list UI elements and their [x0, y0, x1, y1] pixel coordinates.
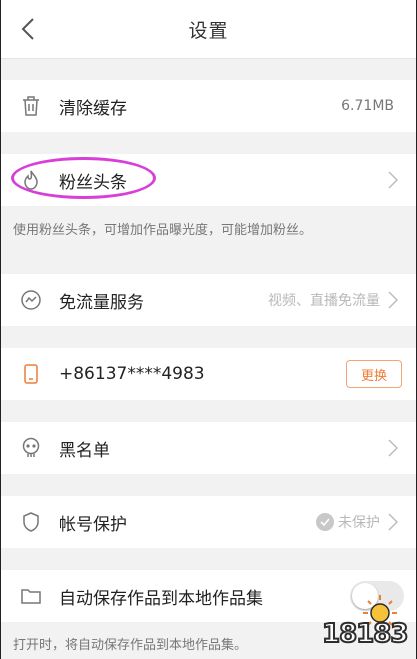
- watermark-text: 18183: [321, 618, 409, 650]
- settings-page: 设置 清除缓存 6.71MB 粉丝头条 使用粉丝头条，可增加作品曝光度，可能增加…: [0, 0, 417, 659]
- speed-icon: [19, 288, 43, 312]
- chevron-right-icon: [386, 437, 400, 459]
- skull-icon: [19, 436, 43, 460]
- chevron-right-icon: [386, 289, 400, 311]
- free-data-label: 免流量服务: [59, 292, 144, 313]
- phone-number: +86137****4983: [59, 364, 205, 384]
- free-data-value: 视频、直播免流量: [268, 293, 380, 309]
- blacklist-row[interactable]: 黑名单: [1, 422, 416, 474]
- clear-cache-label: 清除缓存: [59, 98, 127, 119]
- account-protection-label: 帐号保护: [59, 514, 127, 535]
- protection-status: 未保护: [316, 512, 380, 532]
- page-title: 设置: [188, 19, 229, 42]
- shield-icon: [19, 510, 43, 534]
- back-button[interactable]: [13, 14, 43, 44]
- chevron-right-icon: [386, 511, 400, 533]
- trash-icon: [19, 94, 43, 118]
- phone-icon: [19, 362, 43, 386]
- folder-icon: [19, 584, 43, 608]
- chevron-right-icon: [386, 169, 400, 191]
- cache-size: 6.71MB: [341, 98, 394, 114]
- auto-save-label: 自动保存作品到本地作品集: [59, 588, 263, 609]
- blacklist-label: 黑名单: [59, 440, 110, 461]
- fans-headline-note: 使用粉丝头条，可增加作品曝光度，可能增加粉丝。: [13, 223, 313, 238]
- phone-row: +86137****4983 更换: [1, 348, 416, 400]
- header-bar: 设置: [1, 0, 416, 59]
- account-protection-row[interactable]: 帐号保护 未保护: [1, 496, 416, 548]
- free-data-row[interactable]: 免流量服务 视频、直播免流量: [1, 274, 416, 326]
- check-icon: [316, 513, 334, 531]
- change-phone-button[interactable]: 更换: [346, 360, 402, 388]
- clear-cache-row[interactable]: 清除缓存 6.71MB: [1, 80, 416, 132]
- site-watermark-logo: 18183: [314, 591, 410, 653]
- highlight-ellipse: [11, 157, 156, 199]
- protection-status-text: 未保护: [338, 515, 380, 531]
- back-arrow-icon: [21, 18, 34, 40]
